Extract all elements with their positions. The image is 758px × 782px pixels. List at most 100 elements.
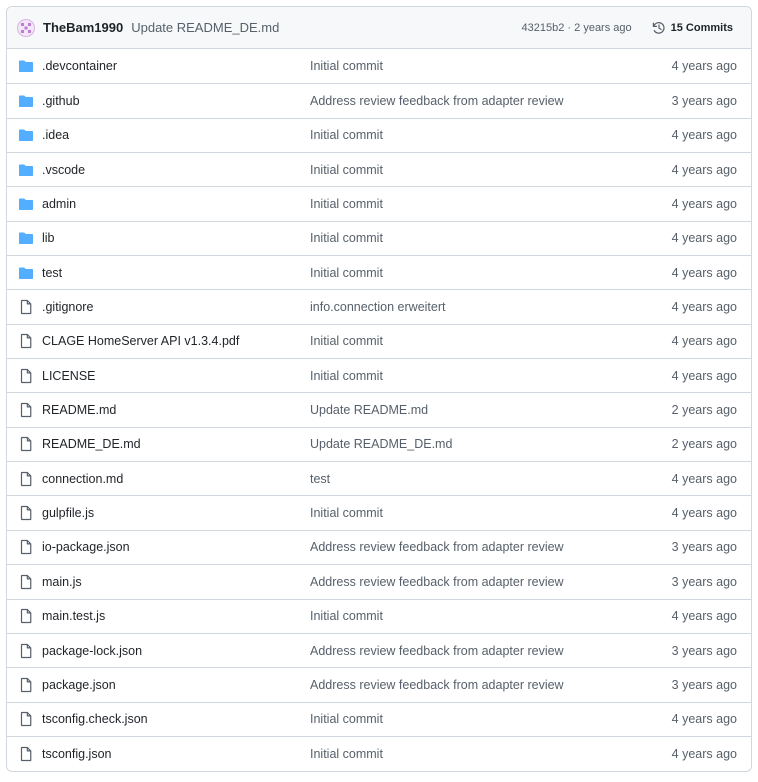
commit-message-link[interactable]: Initial commit <box>310 128 672 142</box>
commit-message-link[interactable]: Address review feedback from adapter rev… <box>310 94 672 108</box>
commit-date: 2 years ago <box>671 437 737 452</box>
commit-message-link[interactable]: Address review feedback from adapter rev… <box>310 575 672 589</box>
file-name-link[interactable]: package.json <box>42 678 310 692</box>
latest-commit-bar: TheBam1990 Update README_DE.md 43215b2 ·… <box>7 7 751 49</box>
commit-date: 2 years ago <box>671 403 737 418</box>
file-row[interactable]: io-package.json Address review feedback f… <box>7 529 751 564</box>
file-icon <box>18 402 34 418</box>
commit-message-link[interactable]: Address review feedback from adapter rev… <box>310 644 672 658</box>
file-row[interactable]: tsconfig.json Initial commit 4 years ago <box>7 735 751 770</box>
file-row[interactable]: README.md Update README.md 2 years ago <box>7 392 751 426</box>
file-row[interactable]: admin Initial commit 4 years ago <box>7 186 751 220</box>
file-name-link[interactable]: tsconfig.check.json <box>42 712 310 726</box>
commit-message-link[interactable]: Initial commit <box>310 231 672 245</box>
file-row[interactable]: LICENSE Initial commit 4 years ago <box>7 358 751 392</box>
file-icon <box>18 677 34 693</box>
file-row[interactable]: .idea Initial commit 4 years ago <box>7 117 751 152</box>
file-icon <box>18 574 34 590</box>
commit-date: 4 years ago <box>671 368 737 383</box>
file-name-link[interactable]: main.test.js <box>42 609 310 623</box>
file-row[interactable]: connection.md test 4 years ago <box>7 461 751 495</box>
commit-message[interactable]: Update README_DE.md <box>131 20 279 35</box>
commits-count: 15 Commits <box>670 21 733 34</box>
file-name-link[interactable]: .idea <box>42 128 310 142</box>
commit-message-link[interactable]: Update README_DE.md <box>310 437 672 451</box>
file-name-link[interactable]: lib <box>42 231 310 245</box>
file-row[interactable]: main.test.js Initial commit 4 years ago <box>7 598 751 633</box>
folder-icon <box>18 162 34 178</box>
file-name-link[interactable]: CLAGE HomeServer API v1.3.4.pdf <box>42 334 310 348</box>
commit-message-link[interactable]: Initial commit <box>310 59 672 73</box>
file-row[interactable]: lib Initial commit 4 years ago <box>7 220 751 255</box>
commit-date: 4 years ago <box>671 128 737 143</box>
file-row[interactable]: .vscode Initial commit 4 years ago <box>7 152 751 186</box>
file-name-link[interactable]: admin <box>42 197 310 211</box>
folder-icon <box>18 93 34 109</box>
file-name-link[interactable]: .devcontainer <box>42 59 310 73</box>
commit-message-link[interactable]: test <box>310 472 672 486</box>
file-icon <box>18 368 34 384</box>
commit-message-link[interactable]: Initial commit <box>310 747 672 761</box>
file-row[interactable]: main.js Address review feedback from adap… <box>7 564 751 598</box>
commit-message-link[interactable]: Initial commit <box>310 609 672 623</box>
file-name-link[interactable]: tsconfig.json <box>42 747 310 761</box>
file-name-link[interactable]: README.md <box>42 403 310 417</box>
file-row[interactable]: package.json Address review feedback from… <box>7 667 751 701</box>
commit-message-link[interactable]: Initial commit <box>310 712 672 726</box>
file-name-link[interactable]: LICENSE <box>42 369 310 383</box>
file-name-link[interactable]: .github <box>42 94 310 108</box>
file-name-link[interactable]: connection.md <box>42 472 310 486</box>
commit-message-link[interactable]: info.connection erweitert <box>310 300 672 314</box>
file-icon <box>18 608 34 624</box>
commits-button[interactable]: 15 Commits <box>644 17 741 39</box>
commit-author[interactable]: TheBam1990 <box>43 20 123 35</box>
history-icon <box>652 21 665 34</box>
commit-message-link[interactable]: Initial commit <box>310 506 672 520</box>
commit-message-link[interactable]: Initial commit <box>310 163 672 177</box>
commit-message-link[interactable]: Initial commit <box>310 266 672 280</box>
file-row[interactable]: .github Address review feedback from adap… <box>7 83 751 117</box>
commit-date: 4 years ago <box>671 609 737 624</box>
file-name-link[interactable]: .vscode <box>42 163 310 177</box>
file-name-link[interactable]: gulpfile.js <box>42 506 310 520</box>
file-name-link[interactable]: .gitignore <box>42 300 310 314</box>
commit-message-link[interactable]: Initial commit <box>310 197 672 211</box>
commit-date: 3 years ago <box>671 643 737 658</box>
commit-message-link[interactable]: Address review feedback from adapter rev… <box>310 540 672 554</box>
file-row[interactable]: .devcontainer Initial commit 4 years ago <box>7 49 751 83</box>
folder-icon <box>18 230 34 246</box>
commit-message-link[interactable]: Initial commit <box>310 334 672 348</box>
commit-message-link[interactable]: Address review feedback from adapter rev… <box>310 678 672 692</box>
file-row[interactable]: test Initial commit 4 years ago <box>7 255 751 289</box>
file-row[interactable]: CLAGE HomeServer API v1.3.4.pdf Initial c… <box>7 323 751 358</box>
commit-date: 4 years ago <box>671 712 737 727</box>
commit-date: 4 years ago <box>671 265 737 280</box>
commit-date: 4 years ago <box>671 231 737 246</box>
file-name-link[interactable]: package-lock.json <box>42 644 310 658</box>
commit-date: 4 years ago <box>671 746 737 761</box>
avatar[interactable] <box>17 18 35 37</box>
commit-date: 3 years ago <box>671 574 737 589</box>
folder-icon <box>18 127 34 143</box>
file-icon <box>18 333 34 349</box>
file-row[interactable]: tsconfig.check.json Initial commit 4 years… <box>7 701 751 736</box>
file-list: .devcontainer Initial commit 4 years ago .g… <box>7 49 751 770</box>
file-row[interactable]: README_DE.md Update README_DE.md 2 years a… <box>7 426 751 461</box>
commit-date: 4 years ago <box>671 334 737 349</box>
file-name-link[interactable]: main.js <box>42 575 310 589</box>
file-row[interactable]: .gitignore info.connection erweitert 4 yea… <box>7 289 751 323</box>
file-row[interactable]: package-lock.json Address review feedback… <box>7 632 751 667</box>
file-name-link[interactable]: io-package.json <box>42 540 310 554</box>
file-name-link[interactable]: README_DE.md <box>42 437 310 451</box>
commit-message-link[interactable]: Initial commit <box>310 369 672 383</box>
commit-meta[interactable]: 43215b2 · 2 years ago <box>522 22 632 34</box>
file-icon <box>18 299 34 315</box>
file-row[interactable]: gulpfile.js Initial commit 4 years ago <box>7 495 751 529</box>
file-icon <box>18 471 34 487</box>
file-icon <box>18 643 34 659</box>
commit-date: 4 years ago <box>671 197 737 212</box>
file-name-link[interactable]: test <box>42 266 310 280</box>
file-icon <box>18 746 34 762</box>
file-browser: TheBam1990 Update README_DE.md 43215b2 ·… <box>6 6 752 772</box>
commit-message-link[interactable]: Update README.md <box>310 403 672 417</box>
